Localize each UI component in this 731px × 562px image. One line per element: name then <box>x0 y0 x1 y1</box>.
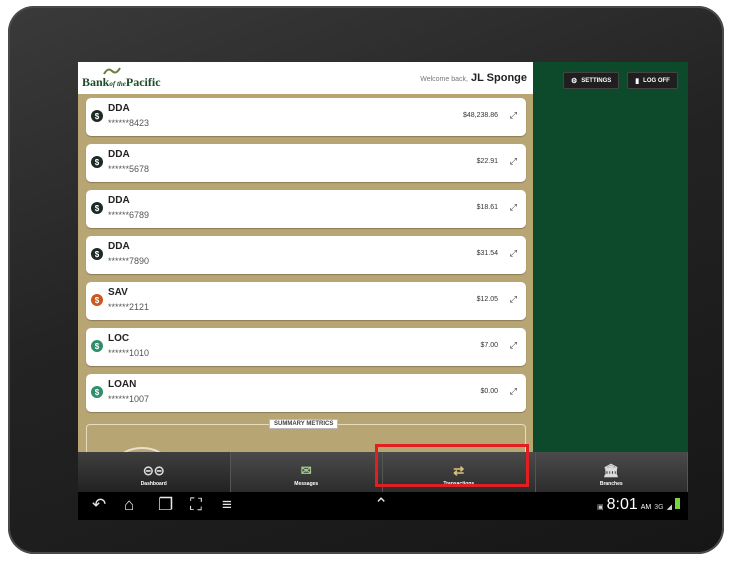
expand-arrow-icon[interactable]: ⤢ <box>510 110 517 121</box>
home-icon[interactable]: ⌂ <box>124 495 134 515</box>
account-list: $ DDA ******8423 $48,238.86 ⤢ $ DDA ****… <box>86 98 526 420</box>
account-type: DDA <box>108 195 130 206</box>
account-balance: $18.61 <box>476 204 498 211</box>
dollar-icon: $ <box>91 156 103 168</box>
account-row[interactable]: $ LOC ******1010 $7.00 ⤢ <box>86 328 526 366</box>
dollar-icon: $ <box>91 340 103 352</box>
user-name: JL Sponge <box>470 72 527 84</box>
account-type: LOAN <box>108 379 137 390</box>
bank-app: Bankof thePacific Welcome back, JL Spong… <box>78 62 688 477</box>
envelope-icon: ✉ <box>300 463 312 478</box>
tab-label: Dashboard <box>140 481 167 487</box>
account-number: ******6789 <box>108 210 150 220</box>
tab-branches[interactable]: 🏛 Branches <box>536 452 688 492</box>
tab-label: Branches <box>599 481 623 487</box>
clock: 8:01 <box>606 496 638 513</box>
settings-button[interactable]: ⚙ SETTINGS <box>563 72 620 89</box>
account-balance: $0.00 <box>480 388 498 395</box>
expand-arrow-icon[interactable]: ⤢ <box>510 202 517 213</box>
back-icon[interactable]: ↶ <box>92 495 106 515</box>
account-number: ******1007 <box>108 394 150 404</box>
account-row[interactable]: $ SAV ******2121 $12.05 ⤢ <box>86 282 526 320</box>
settings-label: SETTINGS <box>581 77 612 84</box>
dollar-icon: $ <box>91 110 103 122</box>
dollar-icon: $ <box>91 202 103 214</box>
chevron-up-icon[interactable]: ⌃ <box>374 495 388 515</box>
expand-arrow-icon[interactable]: ⤢ <box>510 340 517 351</box>
dollar-icon: $ <box>91 294 103 306</box>
account-type: DDA <box>108 149 130 160</box>
expand-arrow-icon[interactable]: ⤢ <box>510 386 517 397</box>
account-balance: $31.54 <box>476 250 498 257</box>
expand-arrow-icon[interactable]: ⤢ <box>510 248 517 259</box>
bank-building-icon: 🏛 <box>602 463 620 478</box>
door-exit-icon: ▮ <box>635 77 640 85</box>
account-number: ******2121 <box>108 302 150 312</box>
expand-arrow-icon[interactable]: ⤢ <box>510 294 517 305</box>
android-nav-bar: ↶ ⌂ ❐ ⛶ ≡ ⌃ ▣ 8:01 AM 3G ◢ <box>78 492 688 520</box>
account-row[interactable]: $ DDA ******5678 $22.91 ⤢ <box>86 144 526 182</box>
welcome-message: Welcome back, JL Sponge <box>420 72 527 84</box>
battery-icon <box>675 498 680 509</box>
bank-logo: Bankof thePacific <box>82 66 161 90</box>
account-balance: $12.05 <box>476 296 498 303</box>
header-actions: ⚙ SETTINGS ▮ LOG OFF <box>563 72 678 89</box>
account-type: DDA <box>108 241 130 252</box>
network-type: 3G <box>654 504 664 511</box>
tab-transactions[interactable]: ⇄ Transactions <box>383 452 536 492</box>
tab-messages[interactable]: ✉ Messages <box>231 452 383 492</box>
account-balance: $7.00 <box>480 342 498 349</box>
tablet-frame: Bankof thePacific Welcome back, JL Spong… <box>8 6 724 554</box>
expand-arrow-icon[interactable]: ⤢ <box>510 156 517 167</box>
account-balance: $48,238.86 <box>462 112 498 119</box>
account-number: ******7890 <box>108 256 150 266</box>
tab-label: Messages <box>294 481 319 487</box>
logoff-label: LOG OFF <box>643 77 670 84</box>
account-number: ******8423 <box>108 118 150 128</box>
tab-dashboard[interactable]: ⊝⊝ Dashboard <box>78 452 231 492</box>
welcome-label: Welcome back, <box>420 76 468 83</box>
dollar-icon: $ <box>91 386 103 398</box>
account-type: DDA <box>108 103 130 114</box>
gear-icon: ⚙ <box>571 77 578 85</box>
accounts-pane: Bankof thePacific Welcome back, JL Spong… <box>78 62 533 477</box>
transfer-arrows-icon: ⇄ <box>453 463 465 478</box>
summary-metrics-label: SUMMARY METRICS <box>269 419 339 429</box>
dollar-icon: $ <box>91 248 103 260</box>
account-row[interactable]: $ LOAN ******1007 $0.00 ⤢ <box>86 374 526 412</box>
bottom-tab-bar: ⊝⊝ Dashboard ✉ Messages ⇄ Transactions 🏛… <box>78 452 688 492</box>
recent-apps-icon[interactable]: ❐ <box>158 495 173 515</box>
status-bar: ▣ 8:01 AM 3G ◢ <box>597 496 680 514</box>
account-number: ******5678 <box>108 164 150 174</box>
tablet-screen: Bankof thePacific Welcome back, JL Spong… <box>78 62 688 520</box>
account-balance: $22.91 <box>476 158 498 165</box>
account-row[interactable]: $ DDA ******6789 $18.61 ⤢ <box>86 190 526 228</box>
tab-label: Transactions <box>443 481 475 487</box>
signal-icon: ◢ <box>666 504 672 511</box>
account-type: LOC <box>108 333 130 344</box>
logoff-button[interactable]: ▮ LOG OFF <box>627 72 678 89</box>
account-type: SAV <box>108 287 128 298</box>
menu-icon[interactable]: ≡ <box>222 495 232 515</box>
account-row[interactable]: $ DDA ******7890 $31.54 ⤢ <box>86 236 526 274</box>
account-row[interactable]: $ DDA ******8423 $48,238.86 ⤢ <box>86 98 526 136</box>
account-number: ******1010 <box>108 348 150 358</box>
logo-text: Bankof thePacific <box>82 75 161 89</box>
clock-ampm: AM <box>640 504 652 511</box>
gallery-icon: ▣ <box>597 504 604 511</box>
glasses-icon: ⊝⊝ <box>142 463 165 478</box>
app-header: Bankof thePacific Welcome back, JL Spong… <box>78 62 533 94</box>
screenshot-icon[interactable]: ⛶ <box>190 495 202 515</box>
